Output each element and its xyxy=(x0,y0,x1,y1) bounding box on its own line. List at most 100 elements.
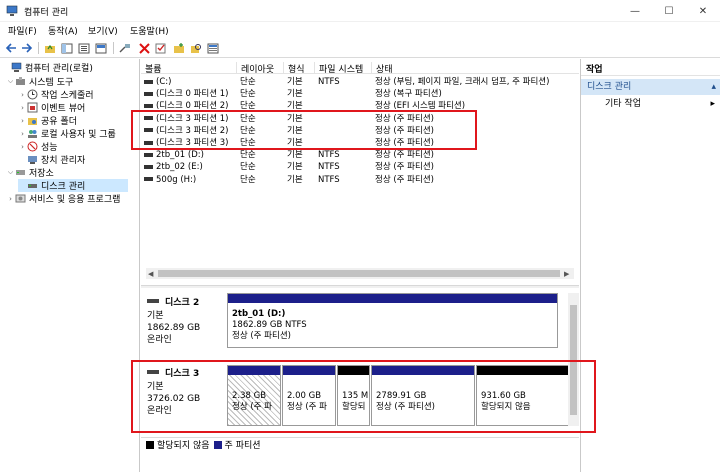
tree-item-task-scheduler[interactable]: › 작업 스케줄러 xyxy=(18,88,94,101)
table-row[interactable]: 2tb_01 (D:) 단순 기본 NTFS 정상 (주 파티션) xyxy=(141,149,579,161)
table-row[interactable]: 2tb_02 (E:) 단순 기본 NTFS 정상 (주 파티션) xyxy=(141,161,579,173)
cell-text: 정상 (복구 파티션) xyxy=(375,89,442,100)
disk-2-info[interactable]: 디스크 2 기본 1862.89 GB 온라인 xyxy=(147,295,227,346)
table-cell-status: 정상 (복구 파티션) xyxy=(372,88,579,100)
table-row[interactable]: (디스크 0 파티션 1) 단순 기본 정상 (복구 파티션) xyxy=(141,88,579,100)
cell-text: 단순 xyxy=(240,162,256,173)
shared-folder-icon xyxy=(28,118,37,125)
table-cell-fs: NTFS xyxy=(315,76,372,88)
help-icon[interactable] xyxy=(94,41,108,55)
tree-item-shared-folders[interactable]: › 공유 폴더 xyxy=(18,114,77,128)
maximize-button[interactable]: ☐ xyxy=(652,0,686,22)
tree-item-device-manager[interactable]: 장치 관리자 xyxy=(18,153,85,166)
table-row[interactable]: 500g (H:) 단순 기본 NTFS 정상 (주 파티션) xyxy=(141,174,579,186)
tree-root[interactable]: 컴퓨터 관리(로컬) xyxy=(2,61,93,74)
table-row[interactable]: (C:) 단순 기본 NTFS 정상 (부팅, 페이지 파일, 크래시 덤프, 주 파티… xyxy=(141,76,579,88)
menu-help[interactable]: 도움말(H) xyxy=(130,24,169,37)
menu-action[interactable]: 동작(A) xyxy=(48,24,78,37)
cell-text: 2tb_02 (E:) xyxy=(156,162,203,173)
menu-bar: 파일(F) 동작(A) 보기(V) 도움말(H) xyxy=(0,22,720,38)
actions-disk-management[interactable]: 디스크 관리 ▴ xyxy=(581,79,720,95)
tree-item-performance[interactable]: › 성능 xyxy=(18,140,58,153)
volume-icon xyxy=(144,103,153,108)
scroll-right-icon[interactable]: ▶ xyxy=(564,270,569,278)
actions-more[interactable]: 기타 작업 ▸ xyxy=(581,97,720,111)
search-icon[interactable] xyxy=(189,41,203,55)
column-header-layout[interactable]: 레이아웃 xyxy=(237,62,284,74)
chevron-right-icon[interactable]: › xyxy=(18,130,27,138)
column-header-filesystem[interactable]: 파일 시스템 xyxy=(315,62,372,74)
chevron-down-icon[interactable]: ⌵ xyxy=(6,77,15,86)
clock-icon xyxy=(27,89,38,100)
column-header-volume[interactable]: 볼륨 xyxy=(141,62,237,74)
up-folder-icon[interactable] xyxy=(43,41,57,55)
scrollbar-thumb[interactable] xyxy=(158,270,560,277)
tree-item-storage[interactable]: ⌵ 저장소 xyxy=(6,166,54,179)
tree-item-system-tools[interactable]: ⌵ 시스템 도구 xyxy=(6,75,73,88)
disk-state: 온라인 xyxy=(147,335,172,345)
menu-file[interactable]: 파일(F) xyxy=(8,24,37,37)
cell-text: 정상 (주 파티션) xyxy=(375,150,434,161)
list-view-icon[interactable] xyxy=(206,41,220,55)
tree-item-event-viewer[interactable]: › 이벤트 뷰어 xyxy=(18,101,85,114)
check-icon[interactable] xyxy=(154,41,168,55)
cell-text: 단순 xyxy=(240,77,256,87)
cell-text: (디스크 0 파티션 1) xyxy=(156,89,229,100)
chevron-up-icon[interactable]: ▴ xyxy=(711,79,716,95)
cell-text: 기본 xyxy=(287,150,303,161)
table-cell-type: 기본 xyxy=(284,88,315,100)
show-hide-tree-icon[interactable] xyxy=(60,41,74,55)
new-folder-icon[interactable] xyxy=(172,41,186,55)
table-cell-layout: 단순 xyxy=(237,161,284,173)
volume-icon xyxy=(144,177,153,182)
volume-icon xyxy=(144,164,153,169)
event-viewer-icon xyxy=(27,102,38,113)
scroll-left-icon[interactable]: ◀ xyxy=(148,270,153,278)
cell-text: (C:) xyxy=(156,77,172,87)
minimize-button[interactable]: — xyxy=(618,0,652,22)
table-cell-type: 기본 xyxy=(284,149,315,161)
table-cell-volume: 2tb_02 (E:) xyxy=(141,161,237,173)
cell-text: 2tb_01 (D:) xyxy=(156,150,204,161)
close-button[interactable]: ✕ xyxy=(686,0,720,22)
chevron-right-icon[interactable]: › xyxy=(18,104,27,112)
chevron-right-icon[interactable]: › xyxy=(6,195,15,203)
back-icon[interactable] xyxy=(4,41,18,55)
tree-item-local-users[interactable]: › 로컬 사용자 및 그룹 xyxy=(18,127,116,141)
volume-icon xyxy=(144,79,153,84)
table-cell-status: 정상 (주 파티션) xyxy=(372,161,579,173)
chevron-down-icon[interactable]: ⌵ xyxy=(6,168,15,177)
chevron-right-icon[interactable]: › xyxy=(18,91,27,99)
storage-icon xyxy=(16,170,25,175)
computer-management-icon xyxy=(11,62,22,72)
delete-icon[interactable] xyxy=(137,41,151,55)
title-bar: 컴퓨터 관리 — ☐ ✕ xyxy=(0,0,720,22)
device-manager-icon xyxy=(28,156,37,164)
disk-2-partition-d[interactable]: 2tb_01 (D:) 1862.89 GB NTFS 정상 (주 파티션) xyxy=(227,293,558,348)
cell-text: 기본 xyxy=(287,77,303,87)
forward-icon[interactable] xyxy=(20,41,34,55)
tree-label: 서비스 및 응용 프로그램 xyxy=(29,195,121,205)
chevron-right-icon[interactable]: › xyxy=(18,143,27,151)
actions-selected-label: 디스크 관리 xyxy=(587,82,632,92)
legend: 할당되지 않음 주 파티션 xyxy=(141,437,579,451)
tree-item-services[interactable]: › 서비스 및 응용 프로그램 xyxy=(6,192,120,205)
tree-item-disk-management[interactable]: 디스크 관리 xyxy=(18,179,128,192)
column-header-status[interactable]: 상태 xyxy=(372,62,579,74)
tools-icon xyxy=(16,77,25,85)
properties-icon[interactable] xyxy=(77,41,91,55)
menu-view[interactable]: 보기(V) xyxy=(88,24,118,37)
tree-label: 저장소 xyxy=(29,169,54,179)
tree-label: 디스크 관리 xyxy=(41,182,86,192)
table-cell-volume: 2tb_01 (D:) xyxy=(141,149,237,161)
connect-icon[interactable] xyxy=(118,41,132,55)
tree-label: 시스템 도구 xyxy=(29,78,74,88)
chevron-right-icon[interactable]: › xyxy=(18,117,27,125)
horizontal-scrollbar[interactable]: ◀ ▶ xyxy=(146,268,574,279)
cell-text: 정상 (주 파티션) xyxy=(375,162,434,173)
tree-label: 이벤트 뷰어 xyxy=(41,104,86,114)
column-header-type[interactable]: 형식 xyxy=(284,62,315,74)
table-cell-fs: NTFS xyxy=(315,161,372,173)
legend-primary-swatch xyxy=(213,440,222,449)
cell-text: 단순 xyxy=(240,174,256,185)
